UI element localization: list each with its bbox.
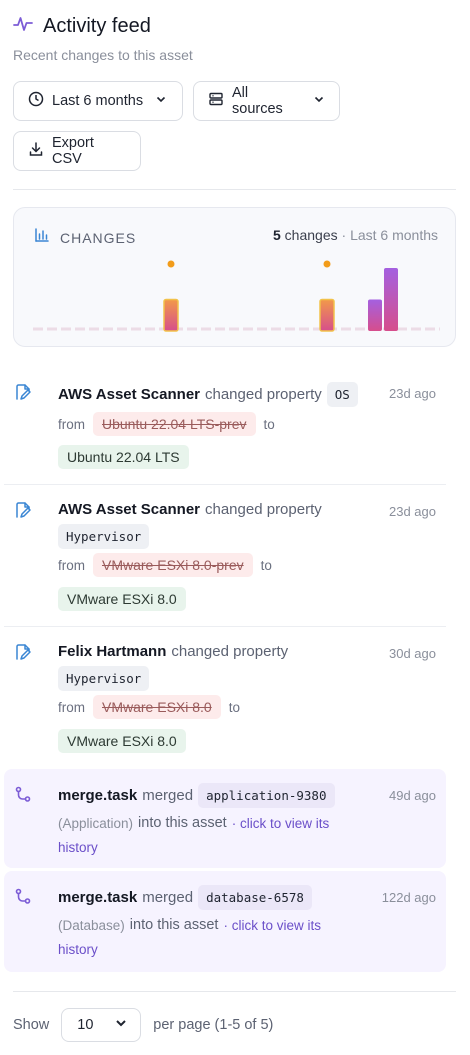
chart-bar[interactable] bbox=[319, 298, 335, 332]
download-icon bbox=[28, 141, 44, 161]
to-label: to bbox=[260, 557, 272, 573]
page-subtitle: Recent changes to this asset bbox=[13, 47, 193, 63]
new-value: VMware ESXi 8.0 bbox=[58, 729, 186, 753]
page-title: Activity feed bbox=[43, 15, 151, 37]
changes-chart-card: CHANGES 5 changes · Last 6 months bbox=[13, 207, 456, 347]
chart-bar[interactable] bbox=[163, 298, 179, 332]
event-time: 23d ago bbox=[389, 386, 436, 401]
edit-document-icon bbox=[14, 643, 32, 661]
page-size-select[interactable]: 10 bbox=[61, 1008, 142, 1042]
source-filter-button[interactable]: All sources bbox=[193, 81, 340, 121]
event-time: 23d ago bbox=[389, 504, 436, 519]
activity-item: AWS Asset Scanner changed property Hyper… bbox=[4, 488, 446, 622]
new-value: Ubuntu 22.04 LTS bbox=[58, 445, 189, 469]
old-value: VMware ESXi 8.0-prev bbox=[93, 553, 253, 577]
chevron-down-icon bbox=[151, 93, 167, 109]
period-filter-button[interactable]: Last 6 months bbox=[13, 81, 183, 121]
feed-header: Activity feed bbox=[13, 14, 151, 39]
merge-activity-item[interactable]: merge.task merged database-6578 122d ago… bbox=[4, 871, 446, 972]
git-merge-icon bbox=[14, 888, 32, 906]
chart-bar[interactable] bbox=[384, 268, 398, 331]
merged-target: database-6578 bbox=[198, 885, 312, 910]
activity-item: AWS Asset Scanner changed property OS 23… bbox=[4, 370, 446, 482]
event-verb: merged bbox=[142, 889, 194, 906]
event-verb: changed property bbox=[205, 386, 322, 403]
to-label: to bbox=[228, 699, 240, 715]
from-label: from bbox=[58, 699, 85, 715]
view-history-link[interactable]: history bbox=[58, 840, 98, 855]
property-name: OS bbox=[326, 382, 358, 407]
chevron-down-icon bbox=[309, 93, 325, 109]
pagination-footer: Show 10 per page (1-5 of 5) bbox=[13, 1008, 273, 1042]
export-csv-button[interactable]: Export CSV bbox=[13, 131, 141, 171]
event-actor: merge.task bbox=[58, 787, 138, 804]
event-time: 30d ago bbox=[389, 646, 436, 661]
view-history-link[interactable]: · click to view its bbox=[232, 816, 330, 831]
activity-icon bbox=[13, 14, 33, 39]
event-time: 49d ago bbox=[389, 788, 436, 803]
item-separator bbox=[4, 626, 446, 627]
export-csv-label: Export CSV bbox=[52, 135, 94, 167]
property-name: Hypervisor bbox=[58, 666, 150, 691]
chevron-down-icon bbox=[114, 1016, 128, 1034]
event-actor: merge.task bbox=[58, 889, 138, 906]
view-history-link[interactable]: history bbox=[58, 942, 98, 957]
event-actor[interactable]: AWS Asset Scanner bbox=[58, 501, 200, 518]
chart-bar[interactable] bbox=[368, 299, 382, 332]
from-label: from bbox=[58, 557, 85, 573]
page-size-value: 10 bbox=[77, 1017, 94, 1033]
period-filter-label: Last 6 months bbox=[52, 93, 144, 109]
event-time: 122d ago bbox=[381, 890, 436, 905]
edit-document-icon bbox=[14, 501, 32, 519]
divider bbox=[13, 991, 456, 992]
event-actor[interactable]: Felix Hartmann bbox=[58, 643, 166, 660]
merged-into: into this asset bbox=[129, 917, 219, 933]
event-verb: changed property bbox=[205, 501, 322, 518]
git-merge-icon bbox=[14, 786, 32, 804]
merged-kind: (Database) bbox=[58, 917, 125, 933]
view-history-link[interactable]: · click to view its bbox=[223, 918, 321, 933]
divider bbox=[13, 189, 456, 190]
new-value: VMware ESXi 8.0 bbox=[58, 587, 186, 611]
server-icon bbox=[208, 91, 224, 111]
event-actor[interactable]: AWS Asset Scanner bbox=[58, 386, 200, 403]
source-filter-label: All sources bbox=[232, 85, 283, 117]
changes-chart bbox=[33, 260, 440, 332]
to-label: to bbox=[263, 416, 275, 432]
old-value: VMware ESXi 8.0 bbox=[93, 695, 221, 719]
item-separator bbox=[4, 484, 446, 485]
from-label: from bbox=[58, 416, 85, 432]
merged-target: application-9380 bbox=[198, 783, 335, 808]
clock-icon bbox=[28, 91, 44, 111]
chart-marker-dot bbox=[323, 260, 331, 268]
event-verb: changed property bbox=[171, 643, 289, 660]
range-label: per page (1-5 of 5) bbox=[153, 1017, 274, 1033]
property-name: Hypervisor bbox=[58, 524, 150, 549]
show-label: Show bbox=[13, 1017, 50, 1033]
edit-document-icon bbox=[14, 383, 32, 401]
merge-activity-item[interactable]: merge.task merged application-9380 49d a… bbox=[4, 769, 446, 868]
old-value: Ubuntu 22.04 LTS-prev bbox=[93, 412, 256, 436]
merged-kind: (Application) bbox=[58, 815, 134, 831]
chart-marker-dot bbox=[167, 260, 175, 268]
merged-into: into this asset bbox=[138, 815, 227, 831]
event-verb: merged bbox=[142, 787, 194, 804]
activity-item: Felix Hartmann changed property Hypervis… bbox=[4, 630, 446, 764]
